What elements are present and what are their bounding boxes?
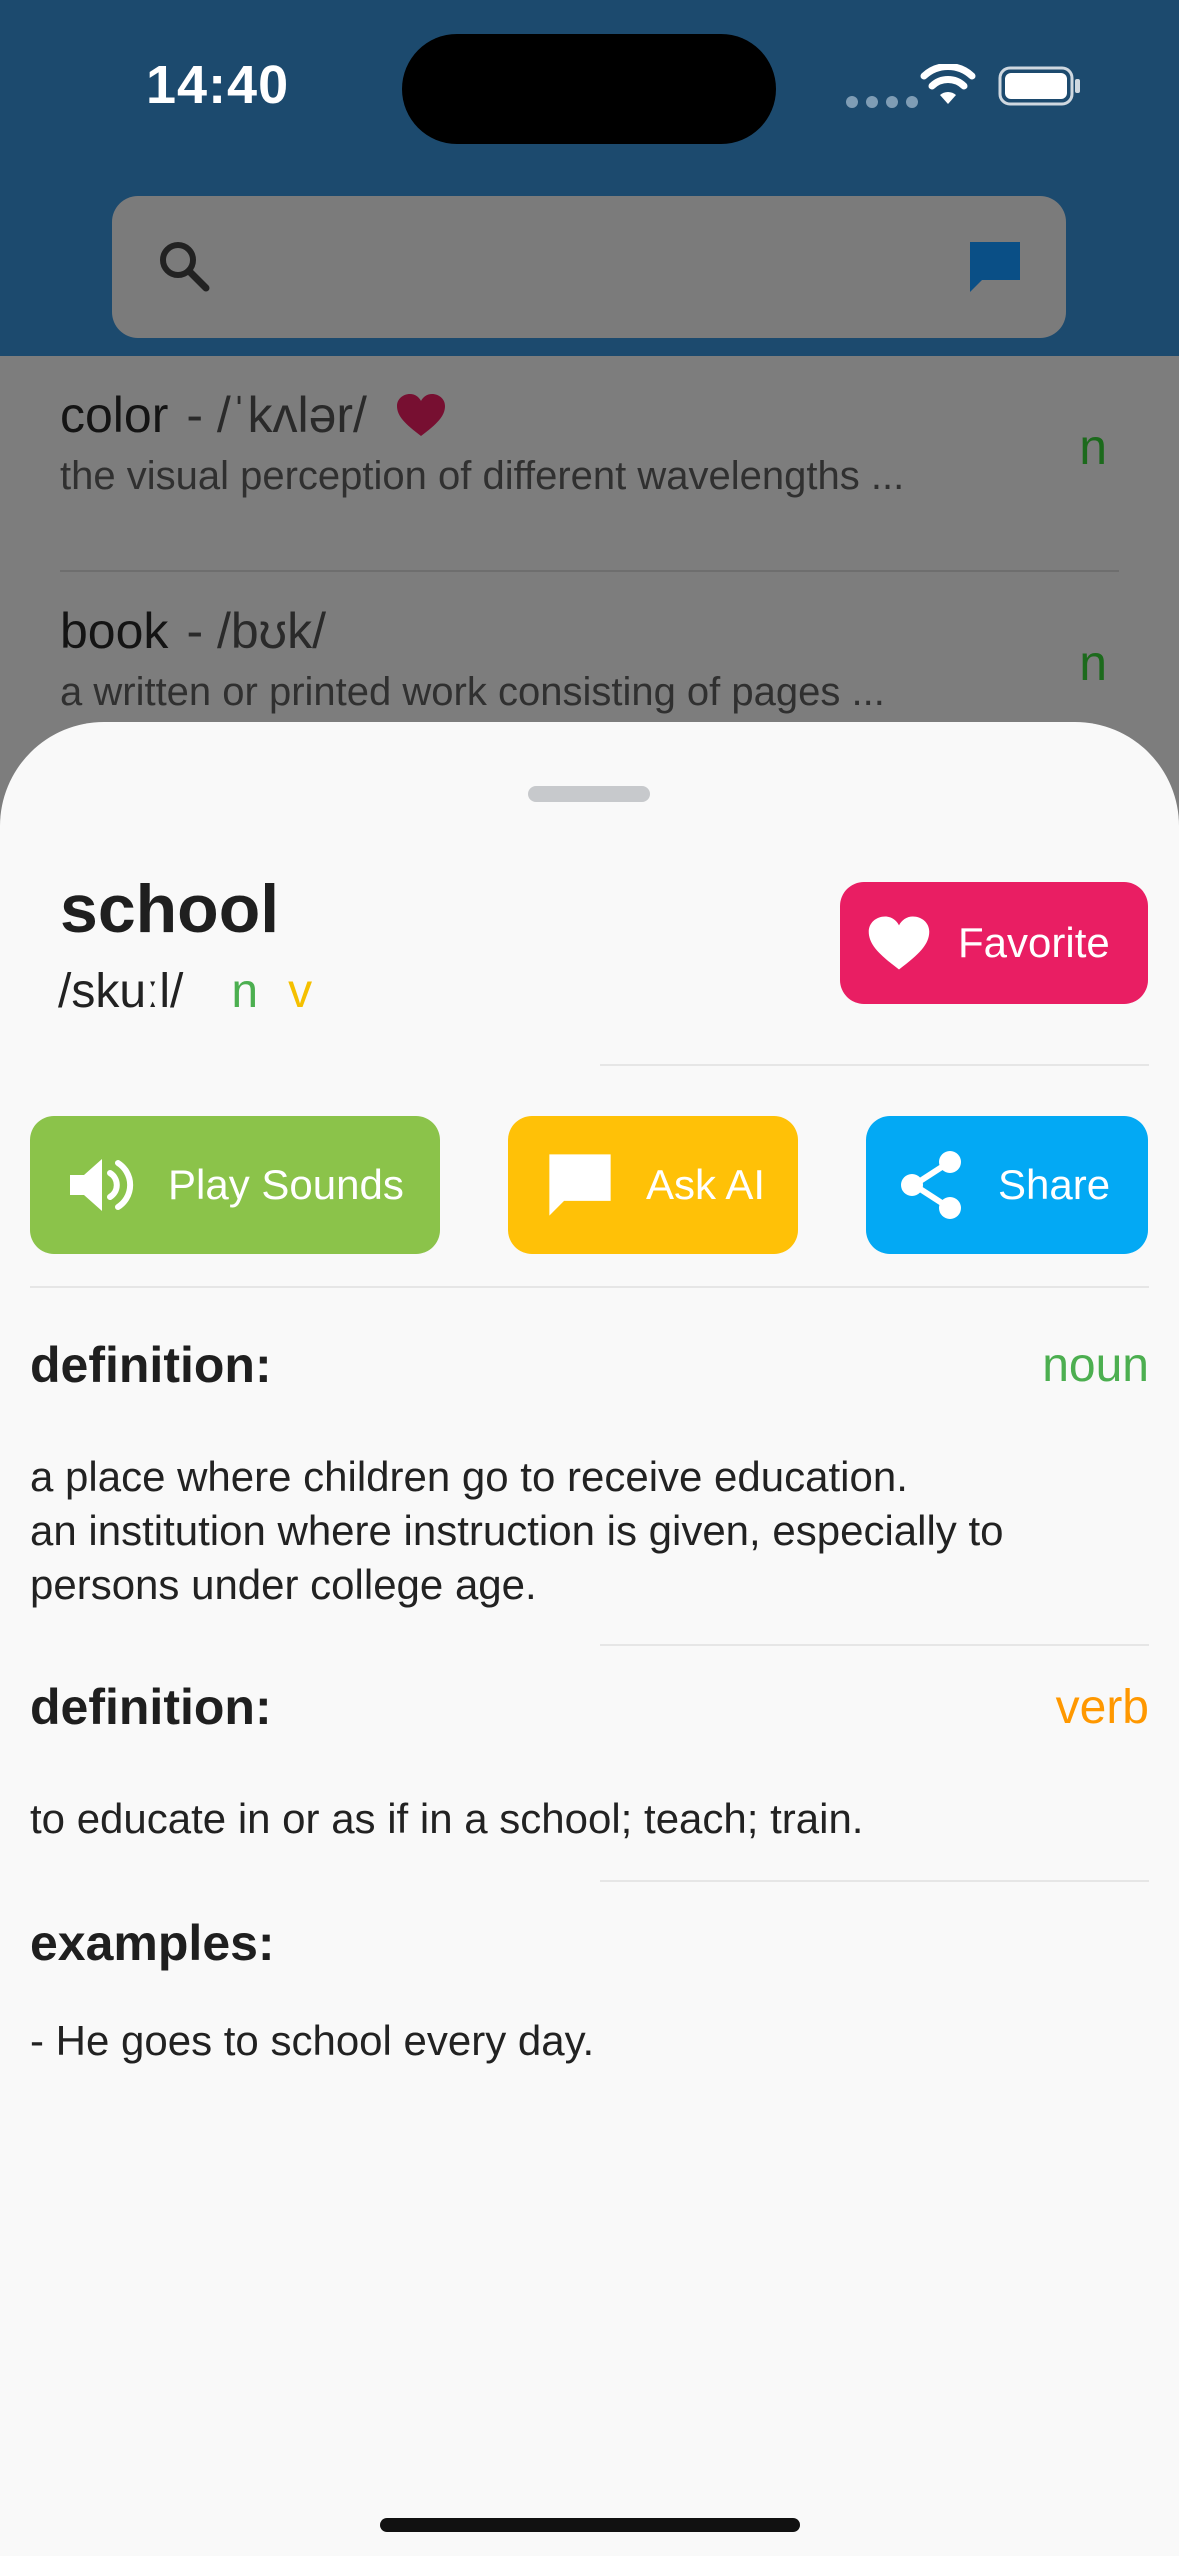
definition-pos: verb	[1055, 1681, 1149, 1734]
share-button[interactable]: Share	[866, 1116, 1148, 1254]
heart-icon	[396, 394, 445, 436]
divider	[600, 1880, 1149, 1882]
chat-icon[interactable]	[964, 236, 1026, 298]
list-pronunciation: - /ˈkʌlər/	[186, 387, 367, 443]
examples-label: examples:	[30, 1915, 275, 1971]
list-snippet: a written or printed work consisting of …	[60, 670, 885, 714]
status-time: 14:40	[146, 55, 290, 115]
search-input[interactable]	[112, 196, 1066, 338]
divider	[30, 1286, 1149, 1288]
pos-tag-verb: v	[288, 965, 313, 1018]
list-pronunciation: - /bʊk/	[186, 603, 326, 659]
play-sounds-button[interactable]: Play Sounds	[30, 1116, 440, 1254]
home-indicator[interactable]	[380, 2518, 800, 2532]
divider	[600, 1064, 1149, 1066]
play-sounds-label: Play Sounds	[168, 1161, 404, 1208]
definition-text: a place where children go to receive edu…	[30, 1453, 1004, 1608]
chat-icon	[549, 1154, 611, 1216]
list-pos: n	[1079, 635, 1107, 691]
word-detail-sheet: school /skuːl/ n v Favorite Play Sounds …	[0, 722, 1179, 2556]
cellular-signal-icon	[846, 96, 918, 108]
favorite-label: Favorite	[958, 919, 1110, 966]
phonetic-row: /skuːl/ n v	[58, 964, 312, 1019]
dynamic-island	[402, 34, 776, 144]
pos-tag-noun: n	[231, 965, 259, 1018]
list-word: color	[60, 387, 169, 443]
example-text: - He goes to school every day.	[30, 2017, 595, 2064]
divider	[600, 1644, 1149, 1646]
list-word: book	[60, 603, 169, 659]
list-snippet: the visual perception of different wavel…	[60, 454, 905, 498]
definition-pos: noun	[1042, 1339, 1149, 1392]
detail-word: school	[60, 871, 280, 947]
favorite-button[interactable]: Favorite	[840, 882, 1148, 1004]
share-icon	[901, 1151, 961, 1219]
definition-label: definition:	[30, 1337, 272, 1393]
definition-label: definition:	[30, 1679, 272, 1735]
ask-ai-button[interactable]: Ask AI	[508, 1116, 798, 1254]
list-item[interactable]: color - /ˈkʌlər/ the visual perception o…	[0, 356, 1179, 572]
ask-ai-label: Ask AI	[646, 1161, 766, 1208]
share-label: Share	[998, 1161, 1111, 1208]
battery-icon	[998, 66, 1080, 106]
app-header: 14:40	[0, 0, 1179, 356]
sheet-grabber[interactable]	[528, 786, 650, 802]
wifi-icon	[920, 64, 976, 104]
detail-phonetic: /skuːl/	[58, 965, 184, 1018]
search-icon	[160, 242, 210, 292]
speaker-icon	[70, 1159, 134, 1211]
heart-icon	[868, 916, 930, 970]
definition-text: to educate in or as if in a school; teac…	[30, 1795, 864, 1842]
list-pos: n	[1079, 419, 1107, 475]
